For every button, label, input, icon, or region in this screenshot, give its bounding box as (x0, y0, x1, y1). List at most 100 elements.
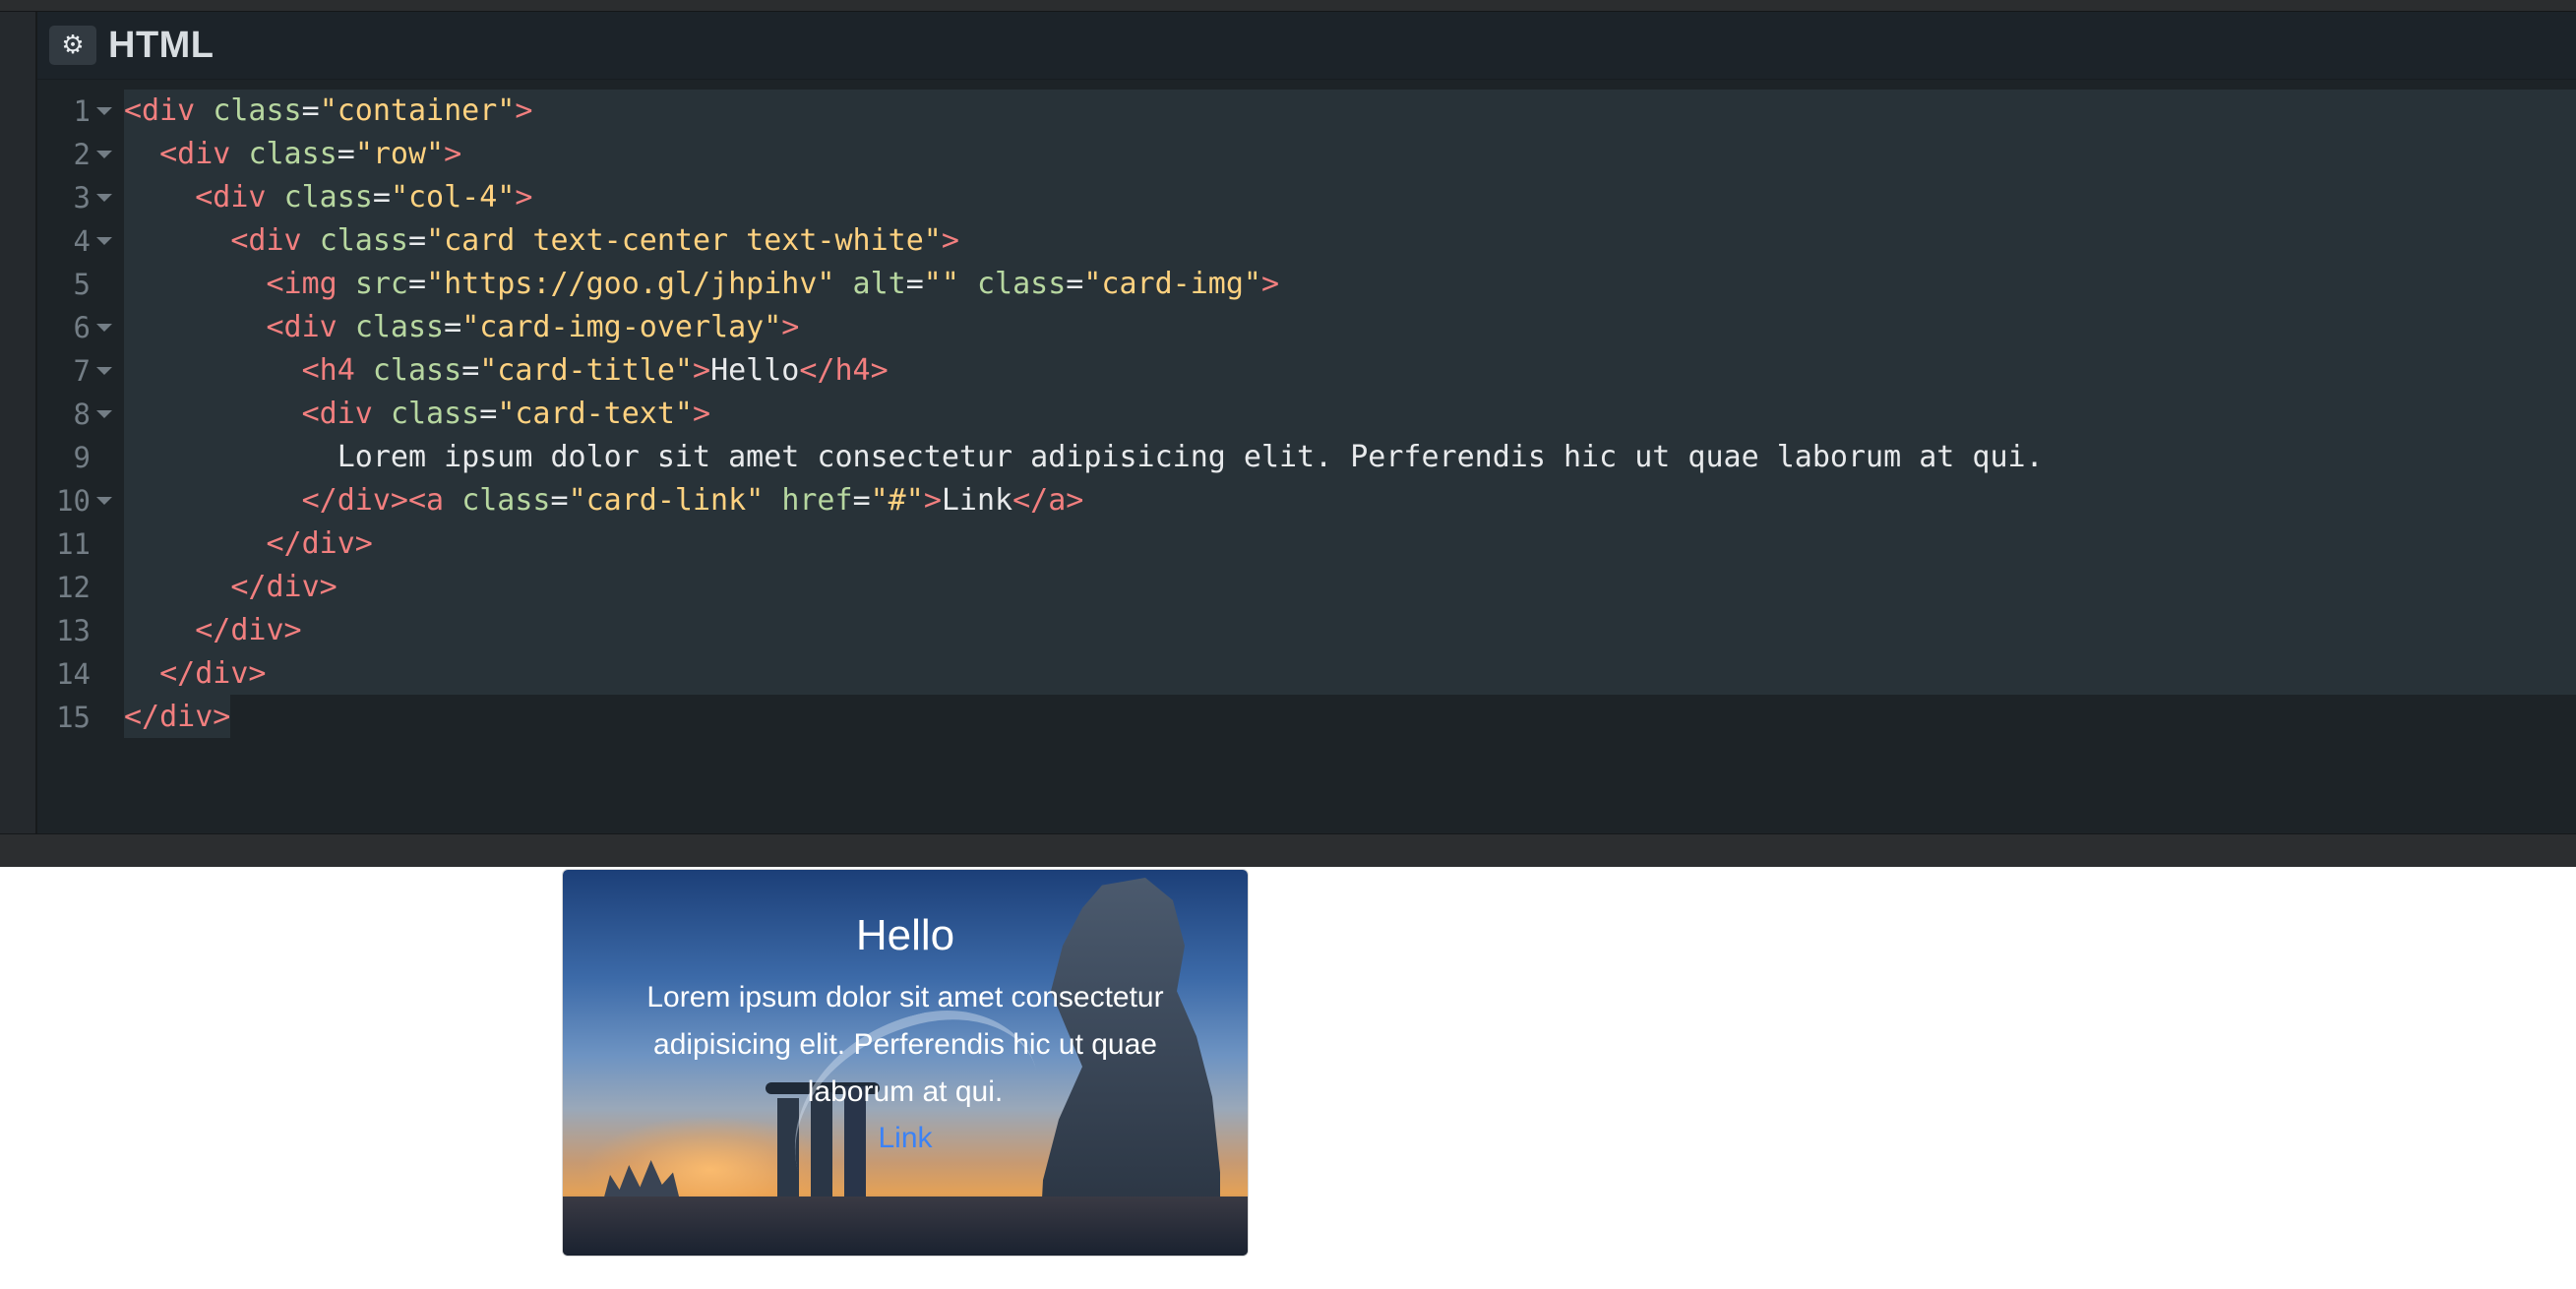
line-number: 12 (37, 566, 124, 609)
code-token: class (976, 267, 1067, 301)
line-number-label: 15 (56, 701, 91, 734)
fold-toggle-icon[interactable] (96, 497, 112, 505)
code-token: > (515, 93, 533, 128)
code-line[interactable]: Lorem ipsum dolor sit amet consectetur a… (124, 436, 2576, 479)
code-token: class (461, 483, 551, 518)
code-line[interactable]: </div> (124, 652, 2576, 696)
code-line[interactable]: <div class="card-img-overlay"> (124, 306, 2576, 349)
code-token: </a> (1012, 483, 1084, 518)
code-token: > (781, 310, 800, 344)
code-token: = (479, 397, 498, 431)
code-line[interactable]: </div> (124, 609, 2576, 652)
code-line[interactable]: </div> (124, 522, 2576, 566)
editor-header: ⚙ HTML (37, 12, 2576, 80)
code-token: </div> (230, 570, 337, 604)
code-editor[interactable]: 1 2 3 4 5 6 7 8 9 10 11 12 13 14 15 <div class="contai… (37, 80, 2576, 833)
line-number-label: 13 (56, 614, 91, 647)
line-number-label: 10 (56, 484, 91, 518)
code-token: > (693, 397, 711, 431)
code-token: class (390, 397, 480, 431)
code-token: <h4 (301, 353, 373, 388)
code-token: <div (301, 397, 391, 431)
code-token: </h4> (799, 353, 889, 388)
code-token: <div (266, 310, 355, 344)
code-line[interactable]: <div class="container"> (124, 90, 2576, 133)
preview-card: Hello Lorem ipsum dolor sit amet consect… (563, 870, 1248, 1256)
code-token: = (1066, 267, 1084, 301)
code-token: > (1260, 267, 1280, 301)
code-token: = (372, 180, 391, 215)
line-number: 4 (37, 219, 124, 263)
fold-toggle-icon[interactable] (96, 237, 112, 245)
code-token: class (248, 137, 337, 171)
line-number: 8 (37, 393, 124, 436)
code-token: = (337, 137, 355, 171)
code-token: alt (852, 267, 906, 301)
fold-toggle-icon[interactable] (96, 151, 112, 158)
code-token: = (461, 353, 480, 388)
editor-resize-bar[interactable] (0, 833, 2576, 867)
card-link[interactable]: Link (878, 1116, 932, 1161)
line-number-label: 12 (56, 571, 91, 604)
fold-toggle-icon[interactable] (96, 367, 112, 375)
code-token: Lorem ipsum dolor sit amet consectetur a… (124, 440, 2044, 474)
code-line[interactable]: <img src="https://goo.gl/jhpihv" alt="" … (124, 263, 2576, 306)
line-number: 11 (37, 522, 124, 566)
code-token: <img (266, 267, 355, 301)
code-token: src (354, 267, 408, 301)
code-token: <div (159, 137, 249, 171)
code-token: "card-text" (497, 397, 693, 431)
code-token: Link (941, 483, 1013, 518)
settings-button[interactable]: ⚙ (49, 26, 96, 65)
code-token: = (408, 267, 427, 301)
code-token: class (354, 310, 445, 344)
code-token: <div (124, 93, 214, 128)
code-line[interactable]: <div class="card text-center text-white"… (124, 219, 2576, 263)
line-number-label: 8 (73, 398, 91, 431)
fold-toggle-icon[interactable] (96, 410, 112, 418)
code-token: class (372, 353, 462, 388)
line-number-label: 9 (73, 441, 91, 474)
code-line[interactable]: </div> (124, 566, 2576, 609)
code-token: > (515, 180, 533, 215)
code-line[interactable]: <div class="col-4"> (124, 176, 2576, 219)
code-line[interactable]: <div class="card-text"> (124, 393, 2576, 436)
code-line[interactable]: <div class="row"> (124, 133, 2576, 176)
line-number: 1 (37, 90, 124, 133)
code-token: </div> (195, 613, 302, 647)
code-token: "card text-center text-white" (426, 223, 942, 258)
gear-icon: ⚙ (61, 31, 85, 60)
card-text: Lorem ipsum dolor sit amet consectetur a… (646, 981, 1164, 1108)
code-token: Hello (710, 353, 800, 388)
code-token: "card-img-overlay" (461, 310, 782, 344)
code-line[interactable]: </div> (124, 696, 2576, 739)
line-number-label: 6 (73, 311, 91, 344)
fold-toggle-icon[interactable] (96, 194, 112, 202)
card-title: Hello (855, 911, 955, 959)
editor-side-strip (0, 12, 37, 833)
html-editor-panel: ⚙ HTML 1 2 3 4 5 6 7 8 9 10 11 12 13 14 15 <div class=… (0, 0, 2576, 867)
code-token: <div (195, 180, 284, 215)
code-line[interactable]: <h4 class="card-title">Hello</h4> (124, 349, 2576, 393)
line-number: 13 (37, 609, 124, 652)
code-line[interactable]: </div><a class="card-link" href="#">Link… (124, 479, 2576, 522)
code-token: "container" (319, 93, 516, 128)
line-number: 15 (37, 696, 124, 739)
line-number: 6 (37, 306, 124, 349)
line-number-label: 4 (73, 224, 91, 258)
fold-toggle-icon[interactable] (96, 324, 112, 332)
fold-toggle-icon[interactable] (96, 107, 112, 115)
editor-top-bar (0, 0, 2576, 12)
code-token: <div (230, 223, 320, 258)
code-lines[interactable]: <div class="container"> <div class="row"… (124, 90, 2576, 739)
